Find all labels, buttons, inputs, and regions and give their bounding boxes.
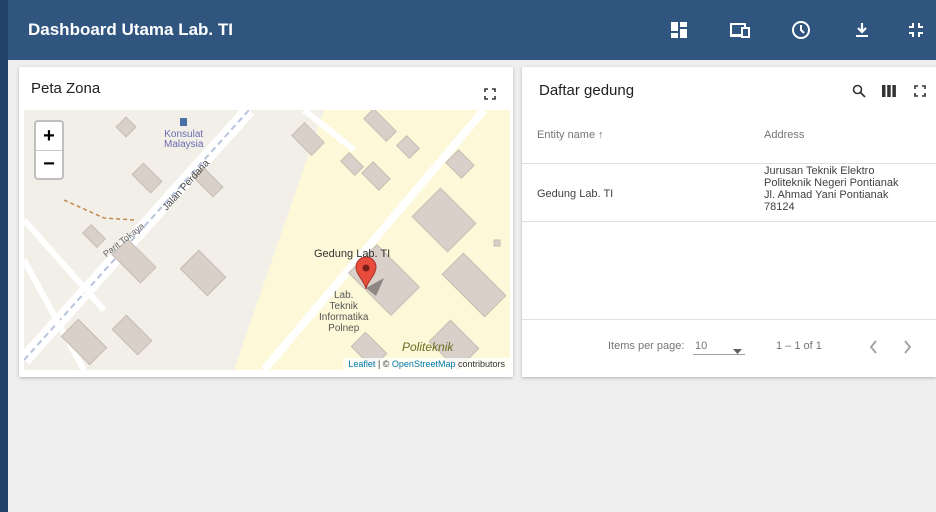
column-header-address: Address bbox=[764, 129, 805, 141]
map-card: Peta Zona Konsulat Malaysia Jalan Perdan… bbox=[19, 67, 513, 377]
top-toolbar: Dashboard Utama Lab. TI bbox=[0, 0, 936, 60]
cell-address-line: Jurusan Teknik Elektro bbox=[764, 165, 875, 177]
zoom-out-button[interactable]: − bbox=[36, 150, 62, 178]
cell-address-line: 78124 bbox=[764, 201, 795, 213]
cell-address-line: Jl. Ahmad Yani Pontianak bbox=[764, 189, 889, 201]
search-icon[interactable] bbox=[849, 81, 869, 101]
fullscreen-exit-icon[interactable] bbox=[902, 16, 930, 44]
attrib-contrib: contributors bbox=[455, 359, 505, 369]
dashboard-icon[interactable] bbox=[665, 16, 693, 44]
leaflet-link[interactable]: Leaflet bbox=[348, 359, 375, 369]
dashboard-title: Dashboard Utama Lab. TI bbox=[28, 20, 233, 39]
columns-icon[interactable] bbox=[879, 81, 899, 101]
map-label-gedung: Gedung Lab. TI bbox=[314, 248, 391, 260]
previous-page-icon[interactable] bbox=[863, 337, 883, 357]
items-per-page-label: Items per page: bbox=[608, 340, 685, 352]
map-card-title: Peta Zona bbox=[31, 80, 101, 97]
next-page-icon[interactable] bbox=[897, 337, 917, 357]
map-view[interactable]: Konsulat Malaysia Jalan Perdana Parit To… bbox=[24, 110, 510, 370]
fullscreen-icon[interactable] bbox=[480, 84, 500, 104]
table-card: Daftar gedung Entity name ↑ Address Gedu… bbox=[522, 67, 936, 377]
history-icon[interactable] bbox=[787, 16, 815, 44]
left-edge bbox=[0, 60, 8, 512]
cell-address-line: Politeknik Negeri Pontianak bbox=[764, 177, 899, 189]
download-icon[interactable] bbox=[848, 16, 876, 44]
column-header-entity[interactable]: Entity name ↑ bbox=[537, 129, 604, 141]
pagination-range: 1 – 1 of 1 bbox=[776, 340, 822, 352]
map-label-lab: Lab. Teknik Informatika Polnep bbox=[319, 290, 369, 334]
attrib-sep: | © bbox=[375, 359, 392, 369]
devices-icon[interactable] bbox=[726, 16, 754, 44]
row-divider bbox=[522, 221, 936, 222]
zoom-in-button[interactable]: + bbox=[36, 122, 62, 150]
zoom-control: + − bbox=[34, 120, 64, 180]
page-size-value: 10 bbox=[695, 340, 708, 352]
table-card-title: Daftar gedung bbox=[539, 82, 635, 99]
map-label-politeknik: Politeknik bbox=[402, 340, 454, 354]
footer-divider bbox=[522, 319, 936, 320]
page-size-select[interactable]: 10 bbox=[693, 335, 745, 355]
map-attribution: Leaflet | © OpenStreetMap contributors bbox=[343, 358, 510, 370]
map-label-konsulat: Konsulat Malaysia bbox=[164, 129, 204, 150]
fullscreen-icon[interactable] bbox=[910, 81, 930, 101]
cell-entity: Gedung Lab. TI bbox=[537, 188, 614, 200]
osm-link[interactable]: OpenStreetMap bbox=[392, 359, 456, 369]
header-divider bbox=[522, 163, 936, 164]
chevron-down-icon bbox=[733, 342, 742, 360]
